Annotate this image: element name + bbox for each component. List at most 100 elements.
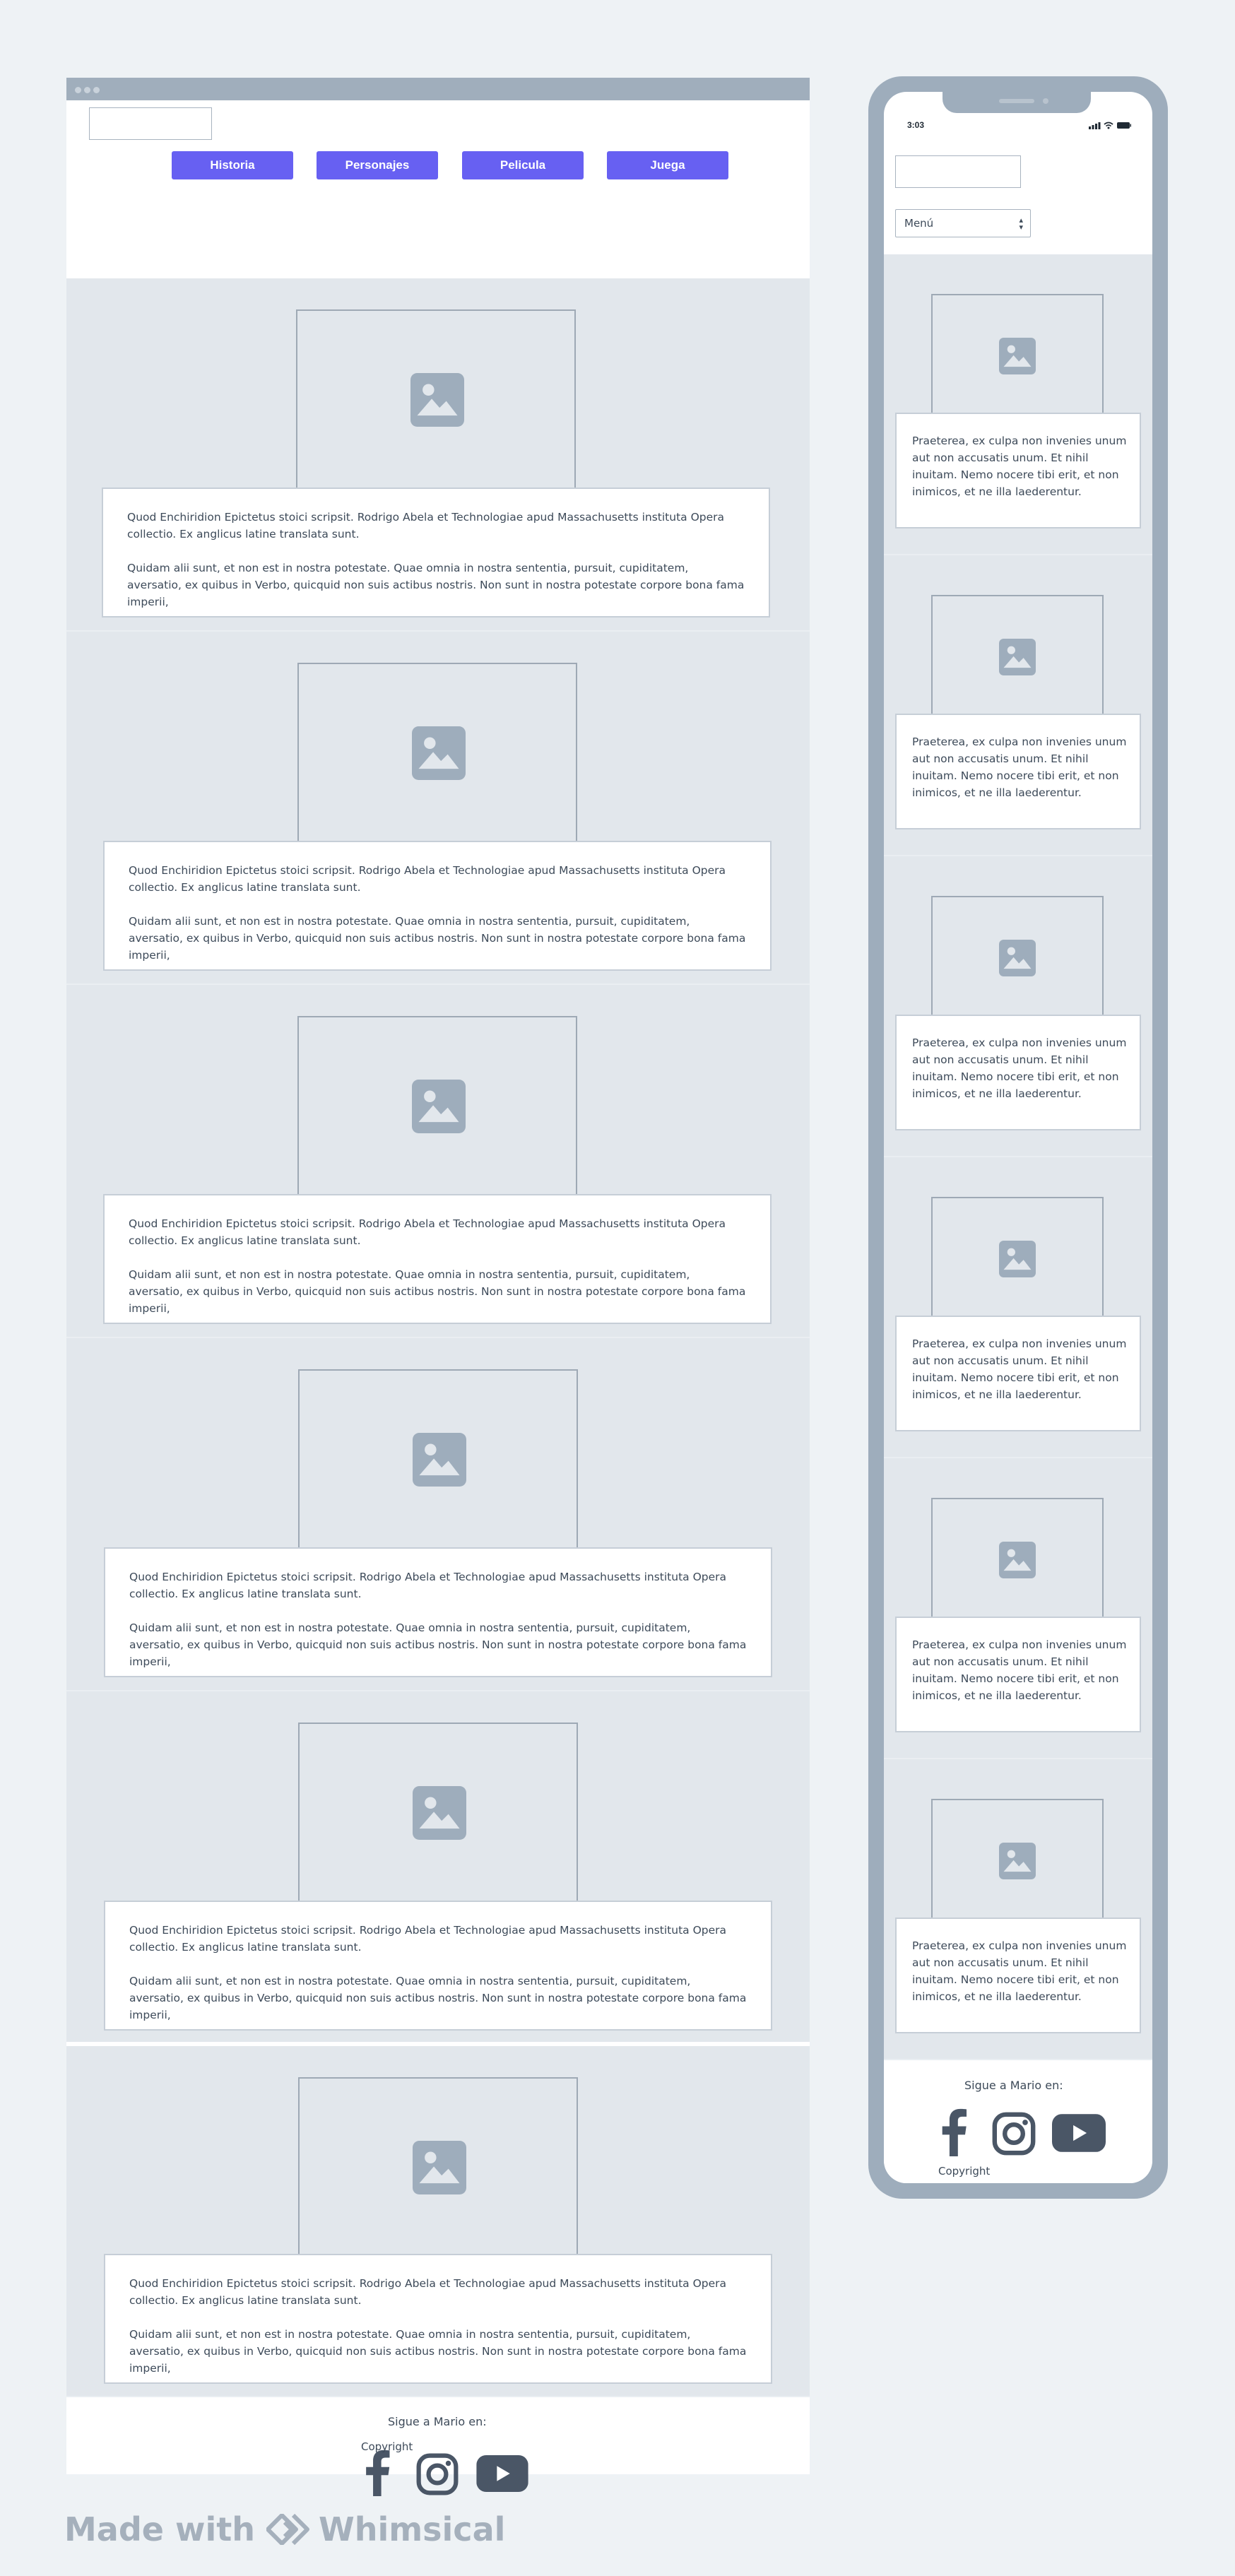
content-section: Praeterea, ex culpa non invenies unum au… — [884, 254, 1152, 555]
image-icon — [999, 940, 1036, 976]
signal-icon — [1089, 122, 1101, 129]
text-card: Quod Enchiridion Epictetus stoici scrips… — [104, 2254, 772, 2384]
text-card: Quod Enchiridion Epictetus stoici scrips… — [104, 1547, 772, 1677]
nav-button-historia[interactable]: Historia — [172, 151, 293, 179]
desktop-content: Quod Enchiridion Epictetus stoici scrips… — [66, 278, 810, 2397]
desktop-footer: Sigue a Mario en: — [66, 2397, 810, 2474]
status-icons — [1089, 122, 1131, 129]
text-card: Praeterea, ex culpa non invenies unum au… — [895, 1015, 1141, 1130]
logo-placeholder[interactable] — [89, 107, 212, 140]
card-paragraph: Quod Enchiridion Epictetus stoici scrips… — [129, 2277, 727, 2307]
text-card: Quod Enchiridion Epictetus stoici scrips… — [104, 1901, 772, 2031]
desktop-header: Historia Personajes Pelicula Juega — [66, 100, 810, 278]
image-icon — [999, 1241, 1036, 1277]
text-card: Praeterea, ex culpa non invenies unum au… — [895, 1316, 1141, 1431]
made-with-text: Made with — [64, 2510, 255, 2548]
camera — [1043, 98, 1048, 104]
facebook-icon[interactable] — [938, 2108, 968, 2156]
mobile-wireframe: 3:03 Menú ▴ ▾ Praeterea, ex culpa non in… — [868, 76, 1168, 2199]
whimsical-watermark[interactable]: Made with Whimsical — [64, 2508, 505, 2551]
desktop-nav: Historia Personajes Pelicula Juega — [66, 151, 810, 179]
image-icon — [412, 1080, 466, 1133]
image-icon — [999, 1542, 1036, 1578]
text-card: Praeterea, ex culpa non invenies unum au… — [895, 413, 1141, 528]
card-paragraph: Quidam alii sunt, et non est in nostra p… — [127, 562, 745, 608]
image-placeholder — [931, 1799, 1104, 1919]
instagram-icon[interactable] — [415, 2452, 459, 2496]
text-card: Praeterea, ex culpa non invenies unum au… — [895, 714, 1141, 829]
instagram-icon[interactable] — [991, 2111, 1036, 2156]
battery-icon — [1117, 122, 1131, 129]
content-section: Quod Enchiridion Epictetus stoici scrips… — [66, 985, 810, 1338]
facebook-icon[interactable] — [362, 2450, 391, 2496]
desktop-wireframe: Historia Personajes Pelicula Juega Quod … — [66, 78, 810, 2474]
window-dot — [93, 87, 100, 93]
content-section: Quod Enchiridion Epictetus stoici scrips… — [66, 1338, 810, 1691]
image-icon — [999, 639, 1036, 675]
content-section: Quod Enchiridion Epictetus stoici scrips… — [66, 1691, 810, 2045]
image-icon — [999, 1843, 1036, 1879]
image-placeholder — [298, 1369, 578, 1550]
card-paragraph: Quidam alii sunt, et non est in nostra p… — [129, 1621, 747, 1668]
image-placeholder — [297, 1016, 577, 1197]
window-dot — [75, 87, 81, 93]
image-placeholder — [931, 595, 1104, 715]
card-paragraph: Quidam alii sunt, et non est in nostra p… — [129, 915, 746, 962]
image-icon — [412, 726, 466, 780]
card-paragraph: Quod Enchiridion Epictetus stoici scrips… — [129, 1571, 727, 1600]
image-placeholder — [298, 2077, 578, 2258]
whimsical-logo-icon — [266, 2514, 309, 2545]
follow-text: Sigue a Mario en: — [388, 2415, 487, 2428]
image-placeholder — [296, 309, 576, 490]
mobile-footer: Sigue a Mario en: Copyright — [884, 2060, 1152, 2183]
image-icon — [413, 2141, 466, 2194]
image-placeholder — [931, 1197, 1104, 1317]
image-placeholder — [298, 1723, 578, 1903]
text-card: Praeterea, ex culpa non invenies unum au… — [895, 1918, 1141, 2033]
youtube-icon[interactable] — [476, 2455, 528, 2492]
text-card: Praeterea, ex culpa non invenies unum au… — [895, 1617, 1141, 1732]
card-paragraph: Quod Enchiridion Epictetus stoici scrips… — [127, 511, 725, 540]
image-placeholder — [931, 1498, 1104, 1618]
browser-titlebar — [66, 78, 810, 100]
menu-select[interactable]: Menú ▴ ▾ — [895, 209, 1031, 237]
content-section: Quod Enchiridion Epictetus stoici scrips… — [66, 278, 810, 632]
content-section: Praeterea, ex culpa non invenies unum au… — [884, 1157, 1152, 1458]
select-caret-icon: ▴ ▾ — [1019, 215, 1023, 232]
copyright-text: Copyright — [361, 2440, 413, 2453]
whimsical-brand-text: Whimsical — [318, 2510, 506, 2548]
content-section: Quod Enchiridion Epictetus stoici scrips… — [66, 2046, 810, 2397]
wifi-icon — [1104, 122, 1113, 129]
nav-button-personajes[interactable]: Personajes — [317, 151, 438, 179]
content-section: Quod Enchiridion Epictetus stoici scrips… — [66, 632, 810, 985]
card-paragraph: Quod Enchiridion Epictetus stoici scrips… — [129, 1217, 726, 1247]
text-card: Quod Enchiridion Epictetus stoici scrips… — [103, 1194, 772, 1324]
content-section: Praeterea, ex culpa non invenies unum au… — [884, 555, 1152, 856]
youtube-icon[interactable] — [1052, 2114, 1106, 2152]
speaker — [999, 99, 1034, 103]
image-icon — [999, 338, 1036, 374]
phone-notch — [942, 92, 1091, 113]
card-paragraph: Quidam alii sunt, et non est in nostra p… — [129, 1975, 747, 2021]
nav-button-juega[interactable]: Juega — [607, 151, 728, 179]
card-paragraph: Quod Enchiridion Epictetus stoici scrips… — [129, 864, 726, 894]
mobile-content: Praeterea, ex culpa non invenies unum au… — [884, 254, 1152, 2060]
logo-placeholder[interactable] — [895, 155, 1021, 188]
status-time: 3:03 — [907, 120, 925, 130]
card-paragraph: Quidam alii sunt, et non est in nostra p… — [129, 1268, 746, 1315]
image-icon — [413, 1433, 466, 1487]
menu-select-label: Menú — [904, 217, 934, 230]
image-placeholder — [297, 663, 577, 844]
content-section: Praeterea, ex culpa non invenies unum au… — [884, 1458, 1152, 1759]
nav-button-pelicula[interactable]: Pelicula — [462, 151, 584, 179]
content-section: Praeterea, ex culpa non invenies unum au… — [884, 1759, 1152, 2060]
phone-screen: 3:03 Menú ▴ ▾ Praeterea, ex culpa non in… — [884, 92, 1152, 2183]
image-icon — [410, 373, 464, 427]
text-card: Quod Enchiridion Epictetus stoici scrips… — [102, 488, 770, 618]
image-placeholder — [931, 294, 1104, 414]
text-card: Quod Enchiridion Epictetus stoici scrips… — [103, 841, 772, 971]
content-section: Praeterea, ex culpa non invenies unum au… — [884, 856, 1152, 1157]
follow-text: Sigue a Mario en: — [964, 2079, 1063, 2092]
card-paragraph: Quod Enchiridion Epictetus stoici scrips… — [129, 1924, 727, 1954]
window-dot — [84, 87, 90, 93]
